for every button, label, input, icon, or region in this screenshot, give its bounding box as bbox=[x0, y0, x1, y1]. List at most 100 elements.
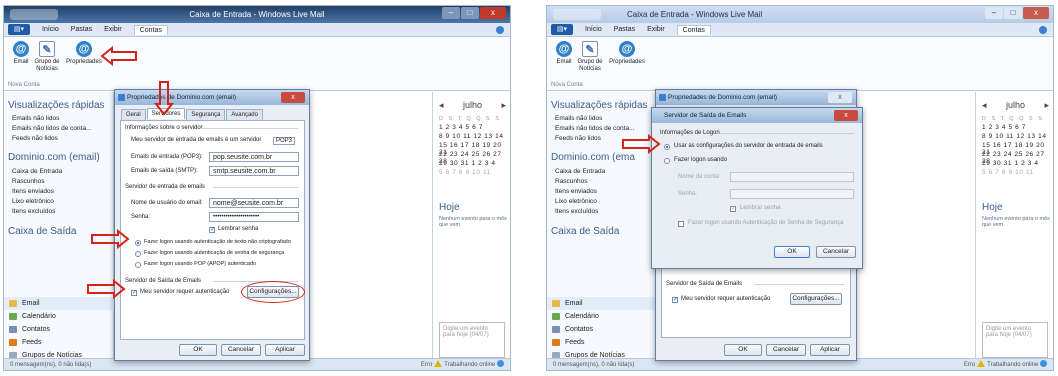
properties-button[interactable]: @ Propriedades bbox=[64, 41, 104, 66]
calendar-week[interactable]: 1 2 3 4 5 6 7 bbox=[982, 124, 1026, 131]
remember-password-checkbox[interactable]: ✓ bbox=[730, 206, 736, 212]
maximize-button[interactable]: □ bbox=[461, 7, 479, 19]
folder-item[interactable]: Caixa de Entrada bbox=[555, 168, 605, 175]
quick-view-item[interactable]: Emails não lidos de conta... bbox=[12, 125, 92, 132]
outbox-title[interactable]: Caixa de Saída bbox=[8, 226, 76, 237]
ok-button[interactable]: OK bbox=[724, 344, 762, 356]
calendar-week[interactable]: 29 30 31 1 2 3 4 bbox=[982, 160, 1039, 167]
cancel-button[interactable]: Cancelar bbox=[816, 246, 856, 258]
close-button[interactable]: x bbox=[1023, 7, 1049, 19]
newsgroup-icon: ✎ bbox=[39, 41, 55, 57]
properties-button[interactable]: @ Propriedades bbox=[607, 41, 647, 66]
calendar-week[interactable]: 8 9 10 11 12 13 14 bbox=[439, 133, 504, 140]
quick-view-item[interactable]: Emails não lidos de conta... bbox=[555, 125, 635, 132]
tab-contas[interactable]: Contas bbox=[133, 24, 168, 35]
calendar-week[interactable]: 29 30 31 1 2 3 4 bbox=[439, 160, 496, 167]
auth-cleartext-radio[interactable] bbox=[135, 240, 141, 246]
tab-inicio[interactable]: Início bbox=[585, 26, 602, 33]
help-icon[interactable] bbox=[496, 25, 504, 34]
minimize-button[interactable]: – bbox=[442, 7, 460, 19]
red-arrow-icon bbox=[91, 229, 130, 249]
nav-email[interactable]: Email bbox=[547, 297, 657, 310]
dialog-close-button[interactable]: x bbox=[828, 92, 852, 103]
ok-button[interactable]: OK bbox=[179, 344, 217, 356]
use-incoming-settings-radio[interactable] bbox=[664, 144, 670, 150]
quick-view-item[interactable]: Feeds não lidos bbox=[555, 135, 601, 142]
tab-avancado[interactable]: Avançado bbox=[226, 109, 263, 120]
remember-password-checkbox[interactable]: ✓ bbox=[209, 227, 215, 233]
calendar-week[interactable]: 8 9 10 11 12 13 14 bbox=[982, 133, 1047, 140]
dialog-icon bbox=[118, 94, 125, 101]
folder-item[interactable]: Caixa de Entrada bbox=[12, 168, 62, 175]
nav-calendar[interactable]: Calendário bbox=[547, 310, 657, 323]
maximize-button[interactable]: □ bbox=[1004, 7, 1022, 19]
settings-button[interactable]: Configurações... bbox=[790, 293, 842, 305]
minimize-button[interactable]: – bbox=[985, 7, 1003, 19]
properties-dialog: Propriedades de Dominio.com (email) x Ger… bbox=[114, 89, 310, 361]
cancel-button[interactable]: Cancelar bbox=[221, 344, 261, 356]
spa-checkbox[interactable] bbox=[678, 221, 684, 227]
account-title[interactable]: Dominio.com (email) bbox=[8, 152, 100, 163]
tab-geral[interactable]: Geral bbox=[121, 109, 146, 120]
close-button[interactable]: x bbox=[480, 7, 506, 19]
event-input[interactable]: Digite um evento para hoje (04/07) bbox=[982, 322, 1048, 358]
folder-item[interactable]: Rascunhos bbox=[555, 178, 588, 185]
prev-month-icon[interactable]: ◂ bbox=[982, 100, 987, 111]
account-name-field[interactable] bbox=[730, 172, 854, 182]
calendar-week[interactable]: 1 2 3 4 5 6 7 bbox=[439, 124, 483, 131]
newsgroup-button[interactable]: ✎ Grupo de Notícias bbox=[32, 41, 62, 73]
tab-pastas[interactable]: Pastas bbox=[71, 26, 92, 33]
cancel-button[interactable]: Cancelar bbox=[766, 344, 806, 356]
folder-item[interactable]: Itens enviados bbox=[12, 188, 54, 195]
next-month-icon[interactable]: ▸ bbox=[501, 100, 506, 111]
apply-button[interactable]: Aplicar bbox=[265, 344, 305, 356]
folder-item[interactable]: Itens enviados bbox=[555, 188, 597, 195]
tab-exibir[interactable]: Exibir bbox=[647, 26, 665, 33]
calendar-week[interactable]: 5 6 7 8 9 10 11 bbox=[439, 169, 491, 176]
outbox-title[interactable]: Caixa de Saída bbox=[551, 226, 619, 237]
app-menu-button[interactable]: ▤▾ bbox=[551, 24, 573, 35]
dialog-close-button[interactable]: x bbox=[834, 110, 858, 121]
calendar-week[interactable]: 5 6 7 8 9 10 11 bbox=[982, 169, 1034, 176]
nav-contacts[interactable]: Contatos bbox=[4, 323, 114, 336]
quick-view-item[interactable]: Emails não lidos bbox=[555, 115, 602, 122]
help-icon[interactable] bbox=[1039, 25, 1047, 34]
quick-view-item[interactable]: Feeds não lidos bbox=[12, 135, 58, 142]
tab-exibir[interactable]: Exibir bbox=[104, 26, 122, 33]
logon-password-field[interactable] bbox=[730, 189, 854, 199]
auth-spa-radio[interactable] bbox=[135, 251, 141, 257]
folder-item[interactable]: Rascunhos bbox=[12, 178, 45, 185]
ok-button[interactable]: OK bbox=[774, 246, 810, 258]
message-count: 0 mensagem(ns), 0 não lida(s) bbox=[553, 362, 635, 368]
prev-month-icon[interactable]: ◂ bbox=[439, 100, 444, 111]
logon-using-radio[interactable] bbox=[664, 158, 670, 164]
nav-feeds[interactable]: Feeds bbox=[547, 336, 657, 349]
nav-contacts[interactable]: Contatos bbox=[547, 323, 657, 336]
newsgroup-button[interactable]: ✎ Grupo de Notícias bbox=[575, 41, 605, 73]
password-field[interactable]: •••••••••••••••••••••• bbox=[209, 212, 299, 222]
quick-access-toolbar[interactable] bbox=[553, 9, 601, 20]
folder-item[interactable]: Lixo eletrônico bbox=[555, 198, 597, 205]
next-month-icon[interactable]: ▸ bbox=[1044, 100, 1049, 111]
pop3-field[interactable]: pop.seusite.com.br bbox=[209, 152, 299, 162]
app-menu-button[interactable]: ▤▾ bbox=[8, 24, 30, 35]
smtp-field[interactable]: smtp.seusite.com.br bbox=[209, 166, 299, 176]
folder-item[interactable]: Itens excluídos bbox=[12, 208, 55, 215]
folder-item[interactable]: Itens excluídos bbox=[555, 208, 598, 215]
apply-button[interactable]: Aplicar bbox=[810, 344, 850, 356]
tab-pastas[interactable]: Pastas bbox=[614, 26, 635, 33]
folder-item[interactable]: Lixo eletrônico bbox=[12, 198, 54, 205]
requires-auth-checkbox[interactable]: ✓ bbox=[672, 297, 678, 303]
tab-contas[interactable]: Contas bbox=[676, 24, 711, 35]
username-label: Nome de usuário do email: bbox=[131, 200, 203, 206]
quick-view-item[interactable]: Emails não lidos bbox=[12, 115, 59, 122]
nav-calendar[interactable]: Calendário bbox=[4, 310, 114, 323]
event-input[interactable]: Digite um evento para hoje (04/07) bbox=[439, 322, 505, 358]
username-field[interactable]: nome@seusite.com.br bbox=[209, 198, 299, 208]
requires-auth-checkbox[interactable]: ✓ bbox=[131, 290, 137, 296]
dialog-close-button[interactable]: x bbox=[281, 92, 305, 103]
tab-seguranca[interactable]: Segurança bbox=[186, 109, 226, 120]
tab-inicio[interactable]: Início bbox=[42, 26, 59, 33]
auth-apop-radio[interactable] bbox=[135, 262, 141, 268]
nav-feeds[interactable]: Feeds bbox=[4, 336, 114, 349]
